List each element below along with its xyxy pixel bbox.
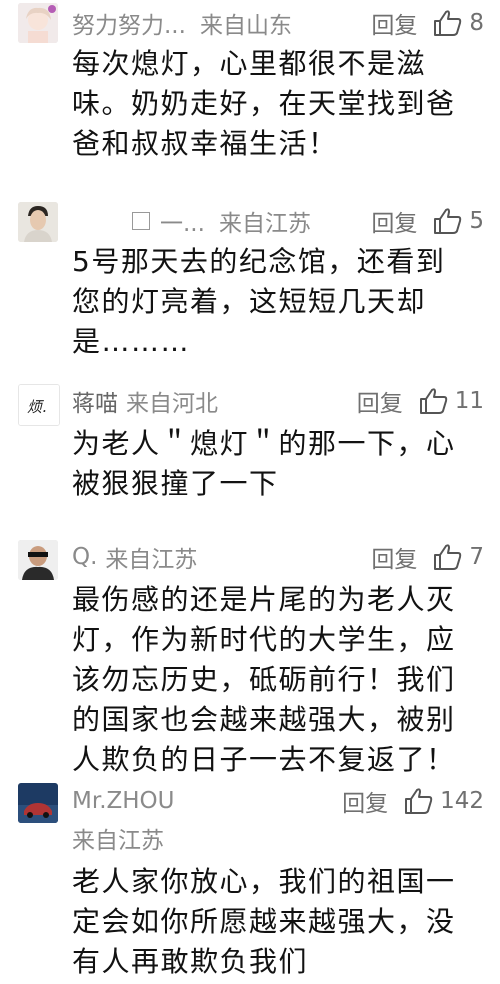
comment-text: 老人家你放心，我们的祖国一 定会如你所愿越来越强大，没 有人再敢欺负我们 [72,865,456,978]
avatar[interactable] [18,540,58,580]
like-count: 8 [469,10,484,36]
like-count: 11 [454,388,484,414]
like-button[interactable]: 11 [419,387,484,415]
avatar-image [18,202,58,242]
like-button[interactable]: 8 [433,9,484,37]
location-label: 来自山东 [199,13,292,39]
thumbs-up-icon [434,544,462,570]
comment-header: 蒋喵 来自河北 回复 11 [72,381,484,421]
like-count: 7 [469,544,484,570]
username[interactable]: Q. [72,544,97,570]
comment-text: 为老人＂熄灯＂的那一下，心 被狠狠撞了一下 [72,427,456,500]
avatar[interactable]: 烦. [18,384,60,426]
logo-avatar-image: 烦. [19,385,59,425]
reply-button[interactable]: 回复 [371,204,417,238]
reply-button[interactable]: 回复 [371,6,417,40]
thumbs-up-icon [405,788,433,814]
avatar-image [18,3,58,43]
thumbs-up-icon [419,388,447,414]
avatar-image [18,540,58,580]
thumbs-up-icon [434,10,462,36]
location-label: 来自江苏 [72,828,164,854]
location-label: 来自江苏 [105,547,198,573]
avatar[interactable] [18,783,58,823]
username[interactable]: Mr.ZHOU [72,788,175,814]
location-label: 来自河北 [126,391,218,417]
username[interactable]: 蒋喵 [72,384,118,418]
like-button[interactable]: 5 [433,207,484,235]
username[interactable]: 努力努力... [72,6,186,40]
avatar[interactable] [18,3,58,43]
like-count: 5 [469,208,484,234]
avatar-image [18,783,58,823]
checkbox-icon[interactable] [132,212,150,230]
avatar[interactable] [18,202,58,242]
reply-button[interactable]: 回复 [357,384,403,418]
like-count: 142 [440,788,484,814]
like-button[interactable]: 7 [433,543,484,571]
thumbs-up-icon [434,208,462,234]
comment-header: Q. 来自江苏 回复 7 [72,537,484,577]
username[interactable]: 一... [160,204,205,238]
location-label: 来自江苏 [218,211,311,237]
comment-text: 最伤感的还是片尾的为老人灭 灯，作为新时代的大学生，应 该勿忘历史，砥砺前行！我… [72,583,456,776]
comment-header: Mr.ZHOU 回复 142 [72,781,484,821]
comment-header: 努力努力... 来自山东 回复 8 [72,3,484,43]
avatar-logo-text: 烦. [27,398,47,416]
comment-header: 一... 来自江苏 回复 5 [72,201,484,241]
comment-text: 每次熄灯，心里都很不是滋 味。奶奶走好，在天堂找到爸 爸和叔叔幸福生活！ [72,47,456,160]
reply-button[interactable]: 回复 [371,540,417,574]
like-button[interactable]: 142 [404,787,484,815]
reply-button[interactable]: 回复 [342,784,388,818]
comment-text: 5号那天去的纪念馆，还看到 您的灯亮着，这短短几天却 是……… [72,245,446,358]
